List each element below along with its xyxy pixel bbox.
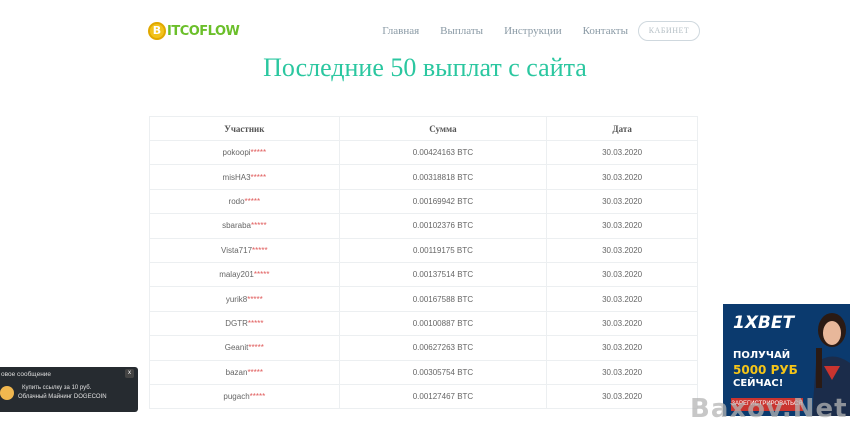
payouts-table: Участник Сумма Дата pokoopi***** 0.004241…	[149, 116, 698, 410]
participant-name: Vista717	[221, 245, 253, 255]
cell-date: 30.03.2020	[546, 213, 698, 239]
cell-date: 30.03.2020	[546, 335, 698, 361]
cell-amount: 0.00119175 BTC	[338, 237, 548, 263]
participant-masked-stars: *****	[252, 245, 268, 255]
table-row: rodo***** 0.00169942 BTC 30.03.2020	[149, 188, 698, 215]
cell-participant: Vista717*****	[149, 237, 340, 263]
notification-line-2: Облачный Майнинг DOGECOIN	[18, 394, 107, 400]
table-row: yurik8***** 0.00167588 BTC 30.03.2020	[149, 286, 698, 312]
cell-amount: 0.00318818 BTC	[338, 164, 548, 190]
table-body: pokoopi***** 0.00424163 BTC 30.03.2020 misH…	[149, 139, 698, 410]
cell-date: 30.03.2020	[546, 237, 698, 263]
cell-amount: 0.00305754 BTC	[338, 359, 548, 385]
ad-brand-logo: 1XBET	[733, 313, 795, 333]
cell-amount: 0.00169942 BTC	[338, 188, 548, 215]
table-row: Vista717***** 0.00119175 BTC 30.03.2020	[149, 237, 698, 263]
cell-amount: 0.00102376 BTC	[338, 213, 548, 239]
table-row: Geanit***** 0.00627263 BTC 30.03.2020	[149, 335, 698, 361]
cell-date: 30.03.2020	[546, 139, 698, 166]
participant-name: yurik8	[225, 294, 248, 304]
cell-participant: rodo*****	[149, 188, 340, 215]
participant-name: pokoopi	[222, 148, 251, 158]
ad-text: ПОЛУЧАЙ 5000 РУБ СЕЙЧАС!	[733, 349, 798, 391]
cell-participant: misHA3*****	[149, 164, 340, 190]
cell-date: 30.03.2020	[546, 310, 698, 337]
participant-name: misHA3	[222, 172, 251, 182]
participant-masked-stars: *****	[247, 318, 264, 328]
table-row: malay201***** 0.00137514 BTC 30.03.2020	[149, 261, 698, 288]
cell-amount: 0.00100887 BTC	[338, 310, 548, 337]
cell-participant: malay201*****	[149, 261, 340, 288]
table-row: pokoopi***** 0.00424163 BTC 30.03.2020	[149, 139, 698, 166]
new-message-notification[interactable]: овое сообщение x Купить ссылку за 10 руб…	[0, 367, 138, 412]
cell-participant: bazan*****	[149, 359, 340, 385]
participant-masked-stars: *****	[250, 172, 267, 182]
cell-participant: sbaraba*****	[149, 213, 340, 239]
ad-line-1: ПОЛУЧАЙ	[733, 350, 791, 361]
cell-amount: 0.00167588 BTC	[338, 286, 548, 312]
notification-line-1: Купить ссылку за 10 руб.	[22, 385, 92, 391]
cell-participant: yurik8*****	[149, 286, 340, 312]
table-row: pugach***** 0.00127467 BTC 30.03.2020	[149, 383, 698, 410]
main-nav: Главная Выплаты Инструкции Контакты КАБИ…	[382, 21, 700, 41]
close-icon[interactable]: x	[125, 369, 134, 378]
logo-text: ITCOFLOW	[167, 23, 240, 39]
participant-masked-stars: *****	[250, 148, 267, 158]
table-row: sbaraba***** 0.00102376 BTC 30.03.2020	[149, 213, 698, 239]
participant-masked-stars: *****	[249, 392, 266, 402]
cabinet-button[interactable]: КАБИНЕТ	[638, 21, 700, 41]
site-header: B ITCOFLOW Главная Выплаты Инструкции Ко…	[148, 18, 700, 48]
cell-date: 30.03.2020	[546, 188, 698, 215]
cell-date: 30.03.2020	[546, 359, 698, 385]
cell-date: 30.03.2020	[546, 261, 698, 288]
participant-name: pugach	[223, 392, 250, 402]
table-row: DGTR***** 0.00100887 BTC 30.03.2020	[149, 310, 698, 337]
participant-masked-stars: *****	[253, 270, 270, 280]
participant-name: Geanit	[224, 343, 249, 353]
table-row: misHA3***** 0.00318818 BTC 30.03.2020	[149, 164, 698, 190]
ad-line-3: СЕЙЧАС!	[733, 378, 784, 389]
cell-date: 30.03.2020	[546, 383, 698, 410]
avatar	[0, 386, 14, 400]
cell-date: 30.03.2020	[546, 286, 698, 312]
table-row: bazan***** 0.00305754 BTC 30.03.2020	[149, 359, 698, 385]
cell-amount: 0.00127467 BTC	[338, 383, 548, 410]
cell-amount: 0.00627263 BTC	[338, 335, 548, 361]
participant-masked-stars: *****	[247, 294, 263, 304]
column-header-date: Дата	[546, 116, 698, 141]
participant-name: DGTR	[225, 318, 248, 328]
participant-name: rodo	[228, 196, 245, 206]
bitcoin-logo-icon: B	[148, 22, 166, 40]
table-header-row: Участник Сумма Дата	[149, 116, 698, 141]
cell-participant: pokoopi*****	[149, 139, 340, 166]
nav-instructions[interactable]: Инструкции	[504, 25, 562, 37]
participant-masked-stars: *****	[251, 221, 267, 231]
participant-masked-stars: *****	[244, 196, 261, 206]
column-header-participant: Участник	[149, 116, 340, 141]
payouts-table-container: Участник Сумма Дата pokoopi***** 0.004241…	[149, 116, 698, 410]
cell-participant: DGTR*****	[149, 310, 340, 337]
participant-name: sbaraba	[222, 221, 251, 231]
participant-name: bazan	[225, 367, 248, 377]
site-logo[interactable]: B ITCOFLOW	[148, 22, 240, 40]
cell-amount: 0.00137514 BTC	[338, 261, 548, 288]
page-title: Последние 50 выплат с сайта	[263, 53, 587, 82]
cell-date: 30.03.2020	[546, 164, 698, 190]
ad-line-2: 5000 РУБ	[733, 363, 798, 377]
participant-name: malay201	[219, 270, 254, 280]
nav-home[interactable]: Главная	[382, 25, 419, 37]
participant-masked-stars: *****	[248, 343, 264, 353]
participant-masked-stars: *****	[247, 367, 264, 377]
watermark: Baxov.Net	[690, 394, 848, 424]
cell-amount: 0.00424163 BTC	[338, 139, 548, 166]
cell-participant: pugach*****	[149, 383, 340, 410]
column-header-amount: Сумма	[338, 116, 548, 141]
nav-payouts[interactable]: Выплаты	[440, 25, 483, 37]
cell-participant: Geanit*****	[149, 335, 340, 361]
nav-contacts[interactable]: Контакты	[583, 25, 628, 37]
notification-title: овое сообщение	[1, 371, 52, 378]
